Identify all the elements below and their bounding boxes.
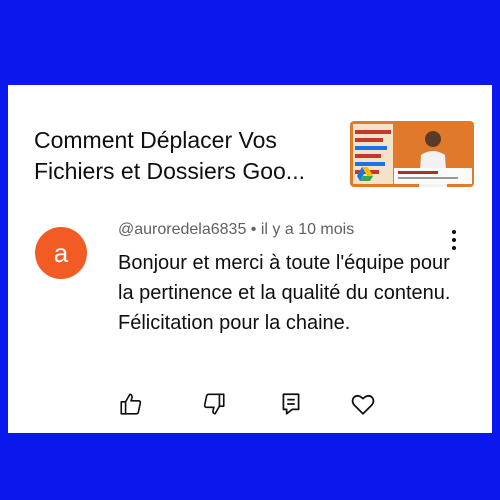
- comment-meta: @auroredela6835 • il y a 10 mois: [118, 221, 354, 239]
- drive-logo-icon: [357, 167, 373, 181]
- video-title[interactable]: Comment Déplacer Vos Fichiers et Dossier…: [34, 125, 334, 187]
- comment-author[interactable]: @auroredela6835: [118, 221, 246, 238]
- heart-icon[interactable]: [350, 391, 376, 417]
- comment-card: Comment Déplacer Vos Fichiers et Dossier…: [8, 85, 492, 433]
- thumbnail-caption: [394, 168, 472, 184]
- reply-icon[interactable]: [278, 391, 304, 417]
- thumbs-up-icon[interactable]: [118, 391, 144, 417]
- video-thumbnail[interactable]: [350, 121, 474, 187]
- meta-separator: •: [246, 221, 261, 238]
- thumbs-down-icon[interactable]: [201, 391, 227, 417]
- comment-time: il y a 10 mois: [260, 221, 355, 238]
- comment-actions: [8, 391, 492, 417]
- comment-text: Bonjour et merci à toute l'équipe pour l…: [118, 252, 451, 334]
- avatar[interactable]: a: [35, 227, 87, 279]
